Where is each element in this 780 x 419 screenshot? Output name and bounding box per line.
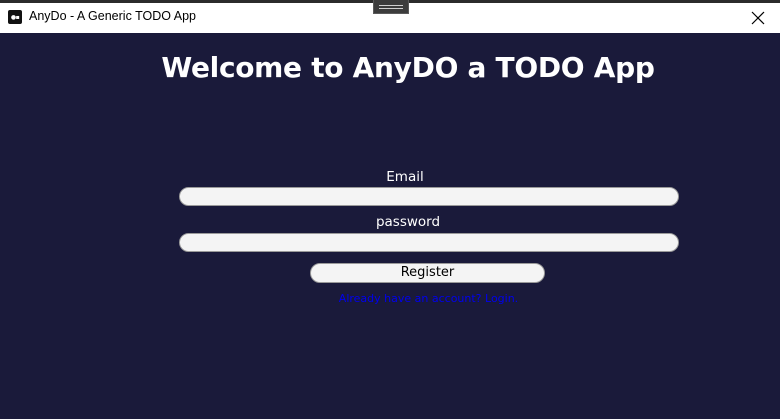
- drag-handle[interactable]: [373, 0, 409, 14]
- app-window: ●▪ AnyDo - A Generic TODO App Welcome to…: [0, 0, 780, 419]
- main-content: Welcome to AnyDO a TODO App Email passwo…: [0, 33, 780, 419]
- email-field[interactable]: [179, 187, 679, 206]
- close-icon: [751, 11, 765, 25]
- page-title: Welcome to AnyDO a TODO App: [161, 51, 655, 84]
- email-label: Email: [386, 169, 424, 185]
- password-label: password: [375, 214, 441, 230]
- register-button[interactable]: Register: [310, 263, 545, 283]
- window-title: AnyDo - A Generic TODO App: [29, 9, 196, 23]
- password-field[interactable]: [179, 233, 679, 252]
- app-logo-icon: ●▪: [8, 10, 22, 24]
- close-button[interactable]: [736, 3, 780, 33]
- login-link[interactable]: Already have an account? Login.: [300, 292, 557, 305]
